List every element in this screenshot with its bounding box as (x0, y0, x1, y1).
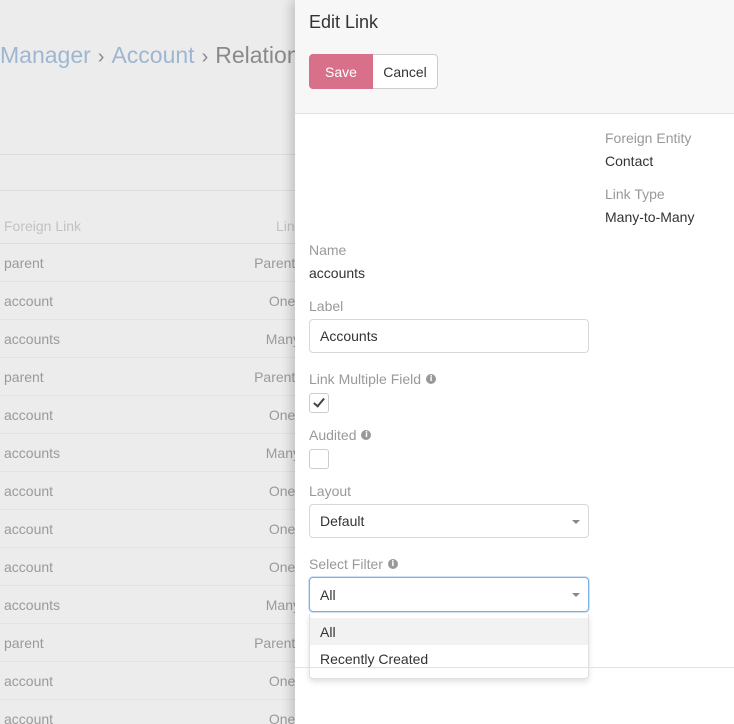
table-row[interactable]: account One- (0, 548, 300, 586)
foreign-link-cell: parent (4, 634, 44, 651)
label-field-label: Label (309, 298, 344, 314)
select-filter-label-text: Select Filter (309, 556, 383, 572)
divider (0, 154, 300, 155)
foreign-link-cell: account (4, 482, 54, 499)
divider (295, 667, 734, 668)
name-value: accounts (309, 265, 366, 281)
link-type-cell: Parent- (254, 634, 300, 651)
column-header-foreign-link: Foreign Link (4, 217, 82, 234)
checkmark-icon (313, 395, 325, 408)
table-row[interactable]: account One- (0, 662, 300, 700)
relationships-table: Foreign Link Lin parent Parent-account One… (0, 208, 300, 724)
table-header: Foreign Link Lin (0, 208, 300, 244)
table-row[interactable]: parent Parent- (0, 624, 300, 662)
foreign-link-cell: account (4, 406, 54, 423)
select-filter-dropdown: All Recently Created (309, 614, 589, 679)
foreign-link-cell: accounts (4, 330, 61, 347)
table-row[interactable]: parent Parent- (0, 244, 300, 282)
table-row[interactable]: accounts Many (0, 434, 300, 472)
label-input[interactable]: Accounts (309, 319, 589, 353)
foreign-link-cell: account (4, 292, 54, 309)
audited-checkbox[interactable] (309, 449, 329, 469)
dropdown-option-all[interactable]: All (310, 618, 588, 645)
select-filter-label: Select Filter i (309, 556, 398, 572)
foreign-link-cell: account (4, 672, 54, 689)
foreign-link-cell: parent (4, 368, 44, 385)
breadcrumb-manager-link[interactable]: Manager (0, 42, 91, 68)
info-icon[interactable]: i (426, 374, 437, 384)
foreign-link-cell: accounts (4, 596, 61, 613)
table-row[interactable]: accounts Many (0, 320, 300, 358)
column-header-link-type: Lin (276, 217, 295, 234)
link-type-value: Many-to-Many (605, 209, 695, 225)
foreign-entity-value: Contact (605, 153, 654, 169)
link-multiple-field-label: Link Multiple Field i (309, 371, 437, 387)
foreign-link-cell: parent (4, 254, 44, 271)
layout-select-value: Default (320, 513, 365, 529)
breadcrumb: Manager › Account › Relation (0, 42, 300, 69)
chevron-down-icon (572, 593, 580, 597)
name-label: Name (309, 242, 347, 258)
table-row[interactable]: account One- (0, 510, 300, 548)
table-row[interactable]: account One- (0, 282, 300, 320)
table-row[interactable]: account One- (0, 472, 300, 510)
layout-label: Layout (309, 483, 352, 499)
breadcrumb-account-link[interactable]: Account (111, 42, 194, 68)
table-row[interactable]: accounts Many (0, 586, 300, 624)
foreign-link-cell: accounts (4, 444, 61, 461)
foreign-link-cell: account (4, 558, 54, 575)
chevron-down-icon (572, 520, 580, 524)
select-filter-select-value: All (320, 586, 336, 603)
link-type-label: Link Type (605, 186, 665, 202)
foreign-link-cell: account (4, 520, 54, 537)
table-row[interactable]: account One- (0, 396, 300, 434)
breadcrumb-separator: › (201, 46, 209, 68)
audited-label: Audited i (309, 427, 372, 443)
table-row[interactable]: parent Parent- (0, 358, 300, 396)
label-input-value: Accounts (320, 328, 378, 344)
foreign-link-cell: account (4, 710, 54, 724)
info-icon[interactable]: i (387, 559, 398, 569)
panel-title: Edit Link (309, 12, 379, 32)
edit-link-panel: Edit Link Save Cancel Foreign Entity Con… (295, 0, 734, 724)
link-multiple-field-checkbox[interactable] (309, 393, 329, 413)
panel-header: Edit Link Save Cancel (295, 0, 734, 114)
select-filter-select[interactable]: All (309, 577, 589, 612)
audited-label-text: Audited (309, 427, 357, 443)
foreign-entity-label: Foreign Entity (605, 130, 692, 146)
cancel-button[interactable]: Cancel (373, 54, 438, 89)
breadcrumb-separator: › (97, 46, 105, 68)
info-icon[interactable]: i (361, 430, 372, 440)
link-type-cell: Parent- (254, 254, 300, 271)
table-row[interactable]: account One- (0, 700, 300, 724)
layout-select[interactable]: Default (309, 504, 589, 538)
divider (0, 190, 300, 191)
link-type-cell: Parent- (254, 368, 300, 385)
breadcrumb-current: Relation (215, 42, 300, 68)
link-multiple-field-label-text: Link Multiple Field (309, 371, 422, 387)
save-button[interactable]: Save (309, 54, 373, 89)
action-buttons: Save Cancel (309, 54, 438, 89)
